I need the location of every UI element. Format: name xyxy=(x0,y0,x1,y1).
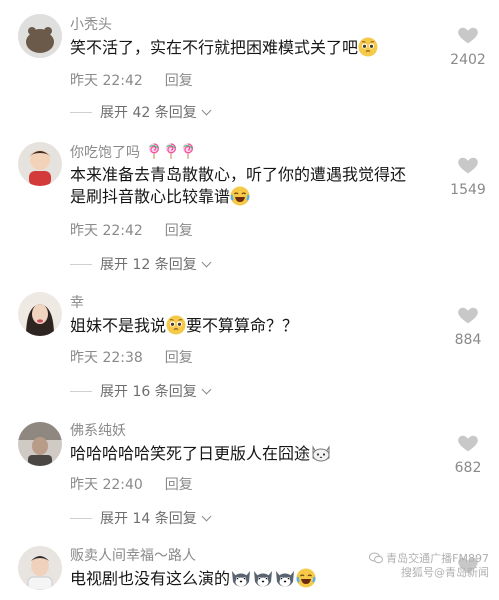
comment-username[interactable]: 佛系纯妖 xyxy=(70,420,126,440)
comment-text-content-after: 要不算算命？？ xyxy=(186,316,299,335)
like-count: 884 xyxy=(454,332,482,348)
like-count: 2402 xyxy=(450,52,486,68)
comment-text-content: 哈哈哈哈哈笑死了日更版人在囧途 xyxy=(70,444,311,463)
like-button[interactable]: 884 xyxy=(445,304,491,348)
expand-replies-label: 展开 14 条回复 xyxy=(100,511,197,527)
comment-text: 笑不活了，实在不行就把困难模式关了吧 xyxy=(70,37,430,59)
expand-replies-button[interactable]: 展开 42 条回复 xyxy=(70,102,212,122)
comment-username-text: 你吃饱了吗 xyxy=(70,145,140,161)
comment-username[interactable]: 贩卖人间幸福～路人 xyxy=(70,545,196,565)
comment-time: 昨天 22:38 xyxy=(70,350,143,366)
divider-line xyxy=(70,517,92,519)
heart-icon xyxy=(457,154,479,176)
expand-replies-label: 展开 12 条回复 xyxy=(100,257,197,273)
wechat-logo-icon xyxy=(368,552,383,564)
expand-replies-button[interactable]: 展开 12 条回复 xyxy=(70,254,212,274)
watermark-line-1: 青岛交通广播FM897 xyxy=(368,552,489,566)
watermark: 青岛交通广播FM897 搜狐号@青岛新闻 xyxy=(368,552,489,580)
comment-meta: 昨天 22:38 回复 xyxy=(70,347,193,367)
pleading-face-icon xyxy=(166,315,186,335)
chevron-down-icon xyxy=(201,511,212,521)
comment-time: 昨天 22:40 xyxy=(70,477,143,493)
comment-meta: 昨天 22:40 回复 xyxy=(70,474,193,494)
child-avatar-icon xyxy=(18,142,62,186)
reply-button[interactable]: 回复 xyxy=(165,350,193,366)
watermark-text-2: 搜狐号@青岛新闻 xyxy=(401,566,489,579)
comment-username[interactable]: 小秃头 xyxy=(70,14,112,34)
avatar[interactable] xyxy=(18,546,62,590)
avatar[interactable] xyxy=(18,422,62,466)
lollipop-icon xyxy=(164,142,178,160)
chevron-down-icon xyxy=(201,257,212,267)
heart-icon xyxy=(457,304,479,326)
expand-replies-button[interactable]: 展开 16 条回复 xyxy=(70,381,212,401)
reply-button[interactable]: 回复 xyxy=(165,477,193,493)
man-avatar-icon xyxy=(18,546,62,590)
crying-laughing-icon xyxy=(296,568,316,588)
like-button[interactable]: 682 xyxy=(445,432,491,476)
comment-text: 姐妹不是我说 要不算算命？？ xyxy=(70,315,430,337)
comment-username[interactable]: 你吃饱了吗 xyxy=(70,142,195,162)
avatar[interactable] xyxy=(18,14,62,58)
reply-button[interactable]: 回复 xyxy=(165,223,193,239)
like-count: 682 xyxy=(454,460,482,476)
divider-line xyxy=(70,111,92,113)
comment-meta: 昨天 22:42 回复 xyxy=(70,70,193,90)
comment-item: 幸 姐妹不是我说 要不算算命？？ 昨天 22:38 回复 展开 16 条回复 884 xyxy=(0,278,499,408)
woman-avatar-icon xyxy=(18,292,62,336)
heart-icon xyxy=(457,432,479,454)
comment-text: 本来准备去青岛散散心，听了你的遭遇我觉得还是刷抖音散心比较靠谱 xyxy=(70,164,410,208)
comment-item: 佛系纯妖 哈哈哈哈哈笑死了日更版人在囧途 昨天 22:40 回复 展开 14 条回… xyxy=(0,408,499,536)
reply-button[interactable]: 回复 xyxy=(165,73,193,89)
comment-text-content: 电视剧也没有这么演的 xyxy=(70,569,231,588)
divider-line xyxy=(70,263,92,265)
comment-item: 小秃头 笑不活了，实在不行就把困难模式关了吧 昨天 22:42 回复 展开 42 … xyxy=(0,0,499,128)
person-avatar-icon xyxy=(18,422,62,466)
watermark-text-1: 青岛交通广播FM897 xyxy=(386,552,489,565)
divider-line xyxy=(70,390,92,392)
husky-icon xyxy=(274,568,296,588)
like-count: 1549 xyxy=(450,182,486,198)
pleading-face-icon xyxy=(358,37,378,57)
lollipop-icon xyxy=(181,142,195,160)
heart-icon xyxy=(457,24,479,46)
comment-meta: 昨天 22:42 回复 xyxy=(70,220,193,240)
comment-text-content: 笑不活了，实在不行就把困难模式关了吧 xyxy=(70,38,359,57)
avatar[interactable] xyxy=(18,142,62,186)
hamster-avatar-icon xyxy=(18,14,62,58)
avatar[interactable] xyxy=(18,292,62,336)
chevron-down-icon xyxy=(201,105,212,115)
husky-icon xyxy=(252,568,274,588)
comment-text-content: 姐妹不是我说 xyxy=(70,316,167,335)
comment-item: 你吃饱了吗 本来准备去青岛散散心，听了你的遭遇我觉得还是刷抖音散心比较靠谱 昨天… xyxy=(0,128,499,278)
expand-replies-label: 展开 16 条回复 xyxy=(100,384,197,400)
comment-username[interactable]: 幸 xyxy=(70,292,84,312)
comment-text: 哈哈哈哈哈笑死了日更版人在囧途 xyxy=(70,443,430,465)
husky-icon xyxy=(230,568,252,588)
lollipop-icon xyxy=(147,142,161,160)
cat-face-icon xyxy=(310,443,332,463)
expand-replies-label: 展开 42 条回复 xyxy=(100,105,197,121)
comment-time: 昨天 22:42 xyxy=(70,73,143,89)
like-button[interactable]: 2402 xyxy=(445,24,491,68)
expand-replies-button[interactable]: 展开 14 条回复 xyxy=(70,508,212,528)
chevron-down-icon xyxy=(201,384,212,394)
comment-time: 昨天 22:42 xyxy=(70,223,143,239)
crying-laughing-icon xyxy=(230,186,250,206)
like-button[interactable]: 1549 xyxy=(445,154,491,198)
